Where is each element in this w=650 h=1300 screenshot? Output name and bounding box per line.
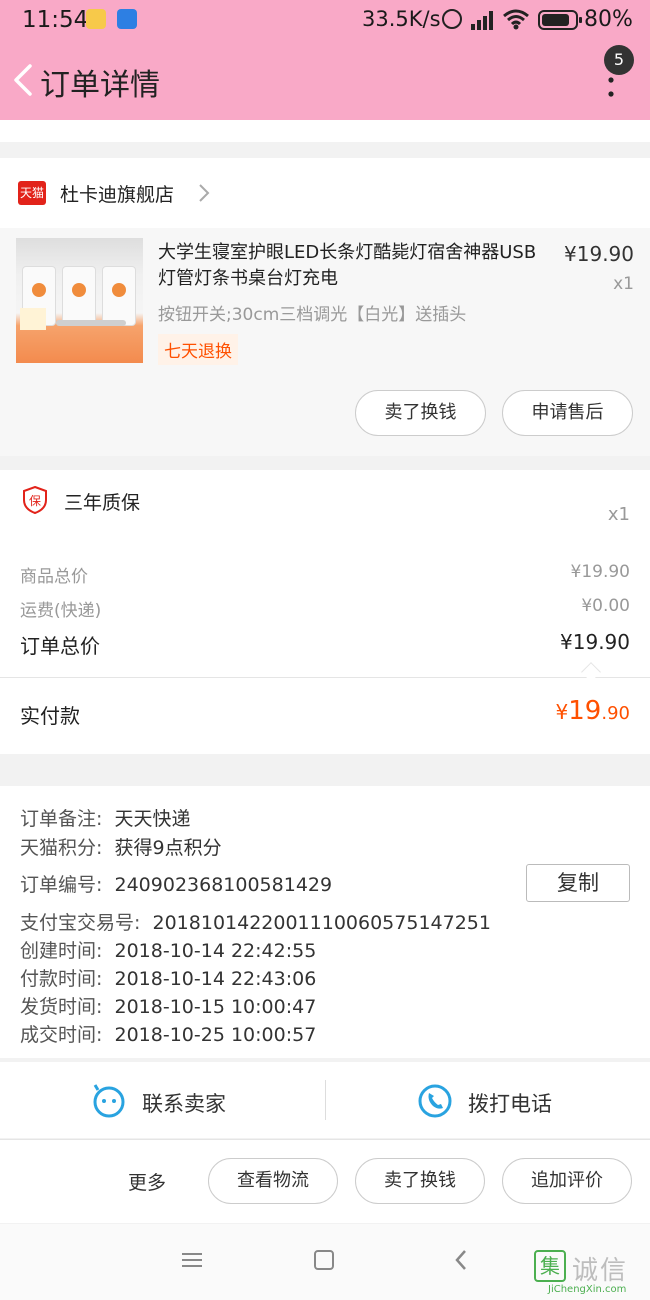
order-total-value: ¥19.90 — [560, 630, 630, 654]
lamp-strip — [56, 320, 126, 326]
divider — [0, 677, 650, 678]
paid-amount-value: ¥19.90 — [555, 696, 630, 726]
back-arrow-icon[interactable] — [10, 60, 40, 100]
chat-face-icon — [93, 1084, 125, 1118]
sell-for-cash-button[interactable]: 卖了换钱 — [355, 390, 486, 436]
return-policy-tag: 七天退换 — [158, 334, 238, 365]
app-header: 订单详情 5 — [0, 40, 650, 120]
nav-back-icon[interactable] — [454, 1248, 468, 1272]
completion-time: 成交时间: 2018-10-25 10:00:57 — [20, 1024, 317, 1046]
caret-up-icon — [581, 662, 601, 682]
sell-for-cash-button[interactable]: 卖了换钱 — [355, 1158, 485, 1204]
copy-order-number-button[interactable]: 复制 — [526, 864, 630, 902]
payment-time: 付款时间: 2018-10-14 22:43:06 — [20, 968, 317, 990]
watermark-logo: 集 — [534, 1250, 566, 1282]
shipping-time: 发货时间: 2018-10-15 10:00:47 — [20, 996, 317, 1018]
shop-row[interactable]: 天猫 杜卡迪旗舰店 — [0, 158, 650, 228]
more-link[interactable]: 更多 — [128, 1168, 166, 1195]
goods-total-value: ¥19.90 — [570, 562, 630, 582]
price-summary: 保 三年质保 x1 商品总价 ¥19.90 运费(快递) ¥0.00 订单总价 … — [0, 470, 650, 754]
order-total-label: 订单总价 — [20, 634, 100, 658]
product-spec: 按钮开关;30cm三档调光【白光】送插头 — [158, 305, 467, 325]
lamp-illustration — [102, 266, 136, 326]
tmall-points: 天猫积分: 获得9点积分 — [20, 837, 222, 859]
network-speed: 33.5K/s — [362, 7, 441, 31]
order-actions: 更多 查看物流 卖了换钱 追加评价 — [0, 1139, 650, 1223]
menu-icon[interactable] — [182, 1252, 202, 1268]
wifi-icon — [503, 9, 529, 30]
warranty-quantity: x1 — [607, 504, 630, 525]
call-phone-button[interactable]: 拨打电话 — [326, 1062, 650, 1138]
product-image-tag — [20, 308, 46, 330]
app-notification-icon — [117, 9, 137, 29]
watermark-url: JiChengXin.com — [548, 1284, 627, 1295]
shipping-value: ¥0.00 — [581, 596, 630, 616]
svg-text:保: 保 — [29, 494, 41, 508]
order-info: 订单备注: 天天快递 天猫积分: 获得9点积分 订单编号: 2409023681… — [0, 786, 650, 1058]
shipping-label: 运费(快递) — [20, 601, 102, 621]
status-bar: 11:54 33.5K/s 80% — [0, 0, 650, 40]
status-time: 11:54 — [22, 7, 89, 33]
product-image[interactable] — [16, 238, 143, 363]
more-options-icon[interactable] — [606, 74, 616, 100]
order-note: 订单备注: 天天快递 — [20, 808, 191, 830]
lamp-illustration — [62, 266, 96, 326]
contact-seller-label: 联系卖家 — [142, 1092, 226, 1116]
warranty-label: 三年质保 — [64, 492, 141, 514]
chevron-right-icon — [199, 184, 210, 202]
shop-name[interactable]: 杜卡迪旗舰店 — [60, 180, 174, 207]
product-item[interactable]: 大学生寝室护眼LED长条灯酷毙灯宿舍神器USB灯管灯条书桌台灯充电 ¥19.90… — [0, 228, 650, 456]
weibo-notification-icon — [86, 9, 106, 29]
goods-total-label: 商品总价 — [20, 567, 88, 587]
contact-bar: 联系卖家 拨打电话 — [0, 1062, 650, 1138]
product-price: ¥19.90 — [564, 242, 634, 266]
contact-seller-button[interactable]: 联系卖家 — [0, 1062, 325, 1138]
call-phone-label: 拨打电话 — [468, 1092, 552, 1116]
warranty-shield-icon: 保 — [23, 486, 47, 514]
view-logistics-button[interactable]: 查看物流 — [208, 1158, 338, 1204]
order-number: 订单编号: 240902368100581429 — [20, 874, 333, 896]
home-icon[interactable] — [314, 1250, 334, 1270]
signal-icon — [471, 11, 493, 30]
alipay-trade-number: 支付宝交易号: 2018101422001110060575147251 — [20, 912, 491, 934]
add-review-button[interactable]: 追加评价 — [502, 1158, 632, 1204]
battery-icon — [538, 10, 582, 30]
tmall-logo: 天猫 — [18, 181, 46, 205]
site-watermark: 集 诚信 JiChengXin.com — [534, 1250, 646, 1298]
paid-amount-label: 实付款 — [20, 704, 80, 728]
product-title[interactable]: 大学生寝室护眼LED长条灯酷毙灯宿舍神器USB灯管灯条书桌台灯充电 — [158, 240, 548, 292]
product-quantity: x1 — [613, 274, 634, 294]
header-spacer — [0, 120, 650, 142]
message-count-badge: 5 — [604, 45, 634, 75]
created-time: 创建时间: 2018-10-14 22:42:55 — [20, 940, 317, 962]
page-title: 订单详情 — [40, 68, 160, 103]
after-sale-button[interactable]: 申请售后 — [502, 390, 633, 436]
battery-percent: 80% — [584, 7, 633, 32]
alarm-icon — [442, 9, 462, 29]
watermark-text: 诚信 — [572, 1256, 629, 1286]
phone-icon — [418, 1084, 452, 1118]
